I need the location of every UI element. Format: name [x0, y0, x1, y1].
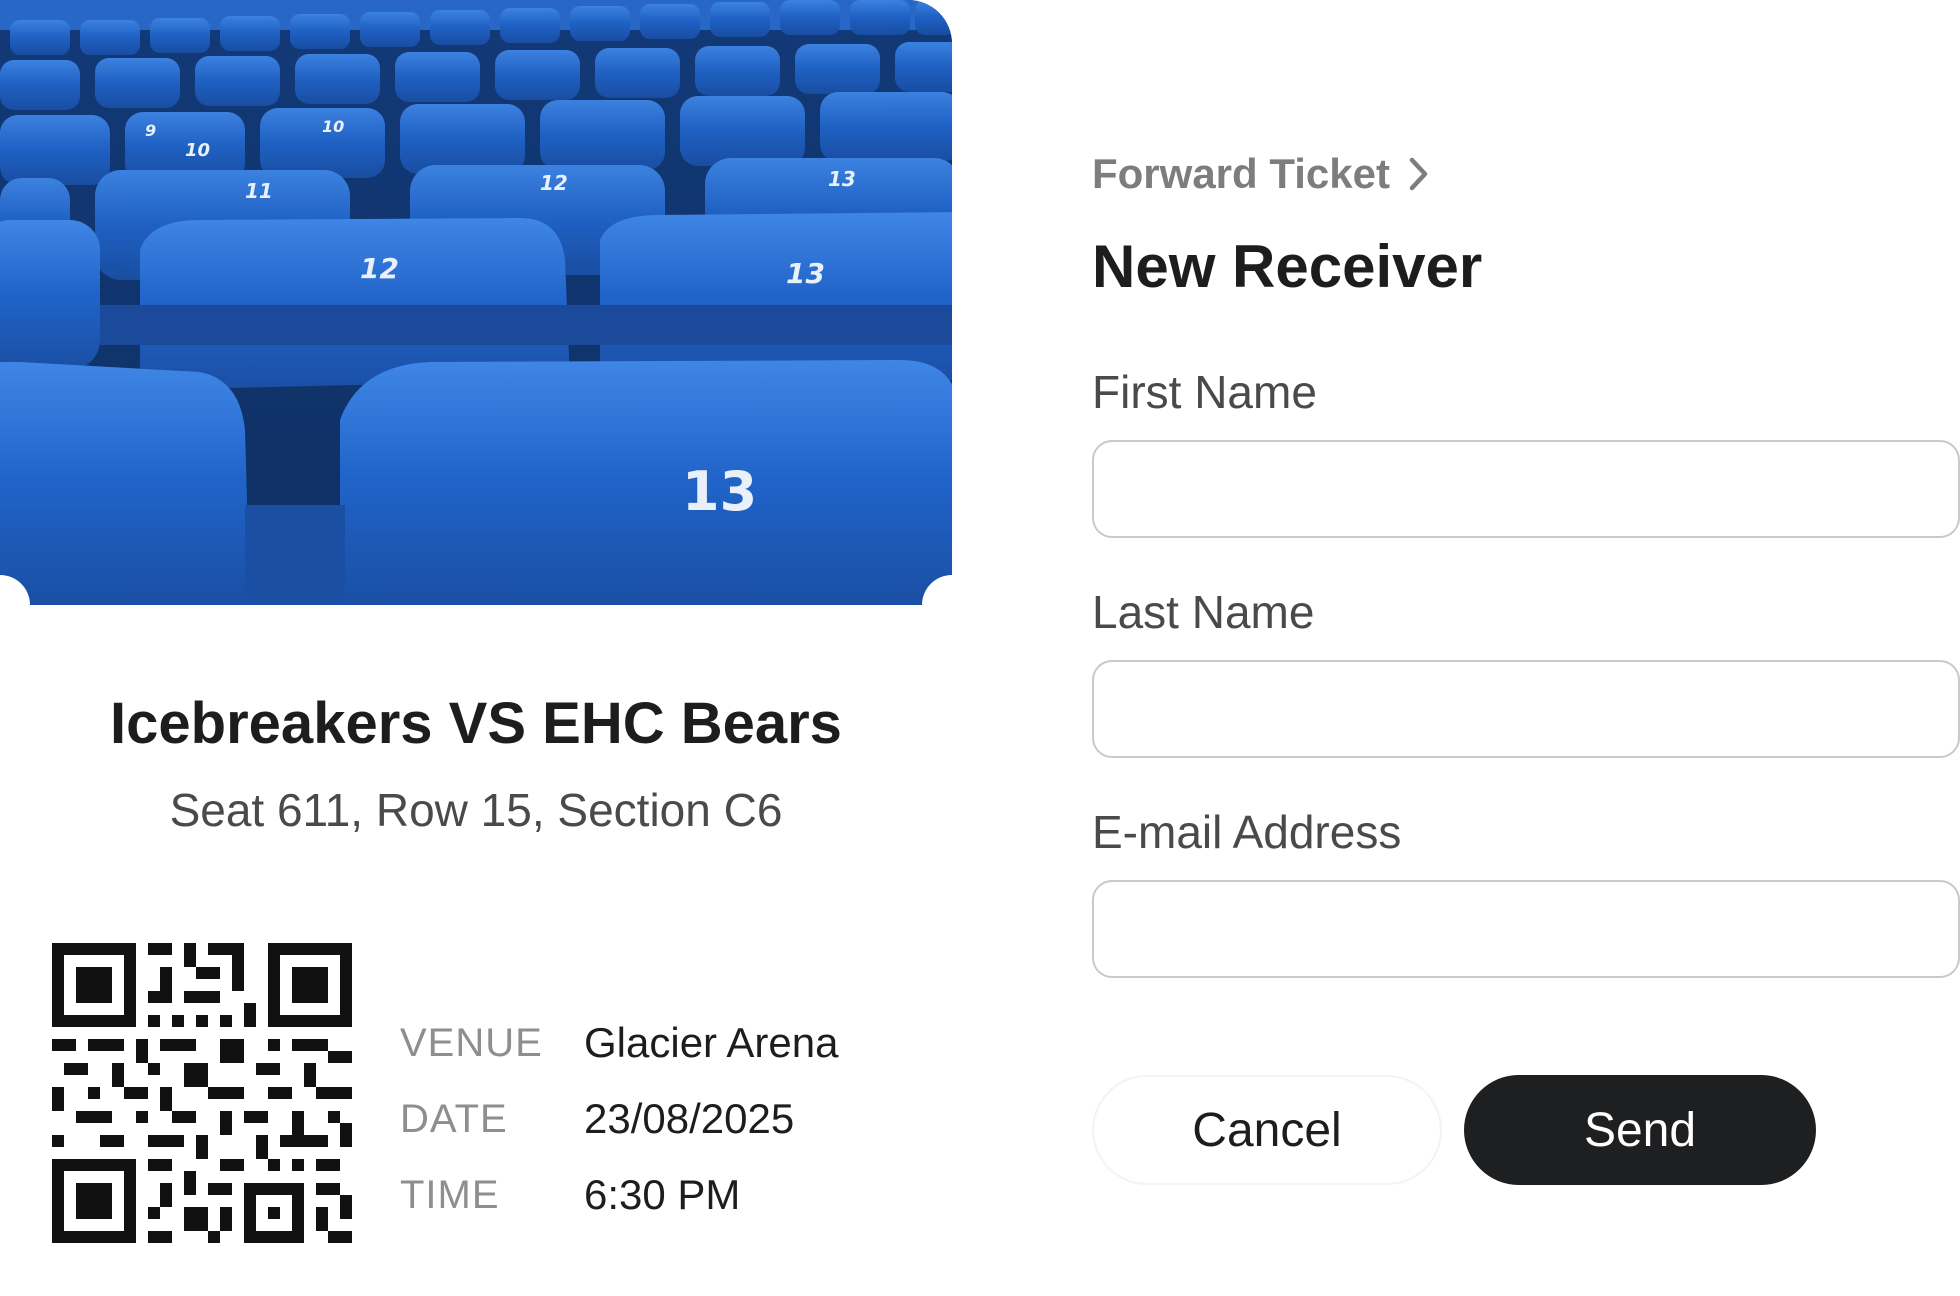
seat-number-label: 10 — [322, 117, 344, 136]
breadcrumb-forward-ticket[interactable]: Forward Ticket — [1092, 150, 1430, 198]
seat-number-label: 9 — [145, 121, 156, 140]
email-field[interactable] — [1092, 880, 1960, 978]
seat-number-label: 13 — [786, 257, 825, 290]
seat-number-label: 10 — [185, 140, 210, 161]
email-label: E-mail Address — [1092, 806, 1402, 858]
chevron-right-icon — [1408, 156, 1430, 192]
detail-value: 23/08/2025 — [584, 1095, 795, 1142]
seat-number-label: 13 — [828, 167, 856, 191]
last-name-label: Last Name — [1092, 586, 1315, 638]
first-name-label: First Name — [1092, 366, 1317, 418]
detail-label: DATE — [400, 1096, 508, 1141]
cancel-button[interactable]: Cancel — [1092, 1075, 1442, 1185]
detail-value: 6:30 PM — [584, 1171, 741, 1218]
ticket-notch-right — [922, 575, 982, 635]
stadium-seats-photo: 9 10 10 11 12 13 12 13 13 — [0, 0, 952, 605]
stadium-seats-image: 9 10 10 11 12 13 12 13 13 — [0, 0, 952, 605]
event-title: Icebreakers VS EHC Bears — [110, 691, 842, 756]
ticket-card: 9 10 10 11 12 13 12 13 13 Icebreakers VS… — [0, 0, 982, 1296]
breadcrumb-label: Forward Ticket — [1092, 150, 1390, 197]
seat-number-label: 13 — [682, 460, 757, 523]
detail-row-time: TIME 6:30 PM — [400, 1157, 838, 1233]
ticket-details: VENUE Glacier Arena DATE 23/08/2025 TIME… — [400, 1005, 838, 1233]
detail-row-date: DATE 23/08/2025 — [400, 1081, 838, 1157]
last-name-field[interactable] — [1092, 660, 1960, 758]
seat-number-label: 11 — [245, 179, 273, 203]
forward-ticket-form: Forward Ticket New Receiver First Name L… — [1092, 0, 1960, 1296]
seat-number-label: 12 — [360, 252, 399, 285]
detail-label: TIME — [400, 1172, 500, 1217]
seat-number-label: 12 — [540, 171, 568, 195]
seat-info: Seat 611, Row 15, Section C6 — [169, 784, 783, 836]
detail-row-venue: VENUE Glacier Arena — [400, 1005, 838, 1081]
detail-value: Glacier Arena — [584, 1019, 839, 1066]
first-name-field[interactable] — [1092, 440, 1960, 538]
send-button[interactable]: Send — [1464, 1075, 1816, 1185]
qr-code — [52, 943, 352, 1243]
detail-label: VENUE — [400, 1020, 543, 1065]
form-title: New Receiver — [1092, 233, 1483, 300]
